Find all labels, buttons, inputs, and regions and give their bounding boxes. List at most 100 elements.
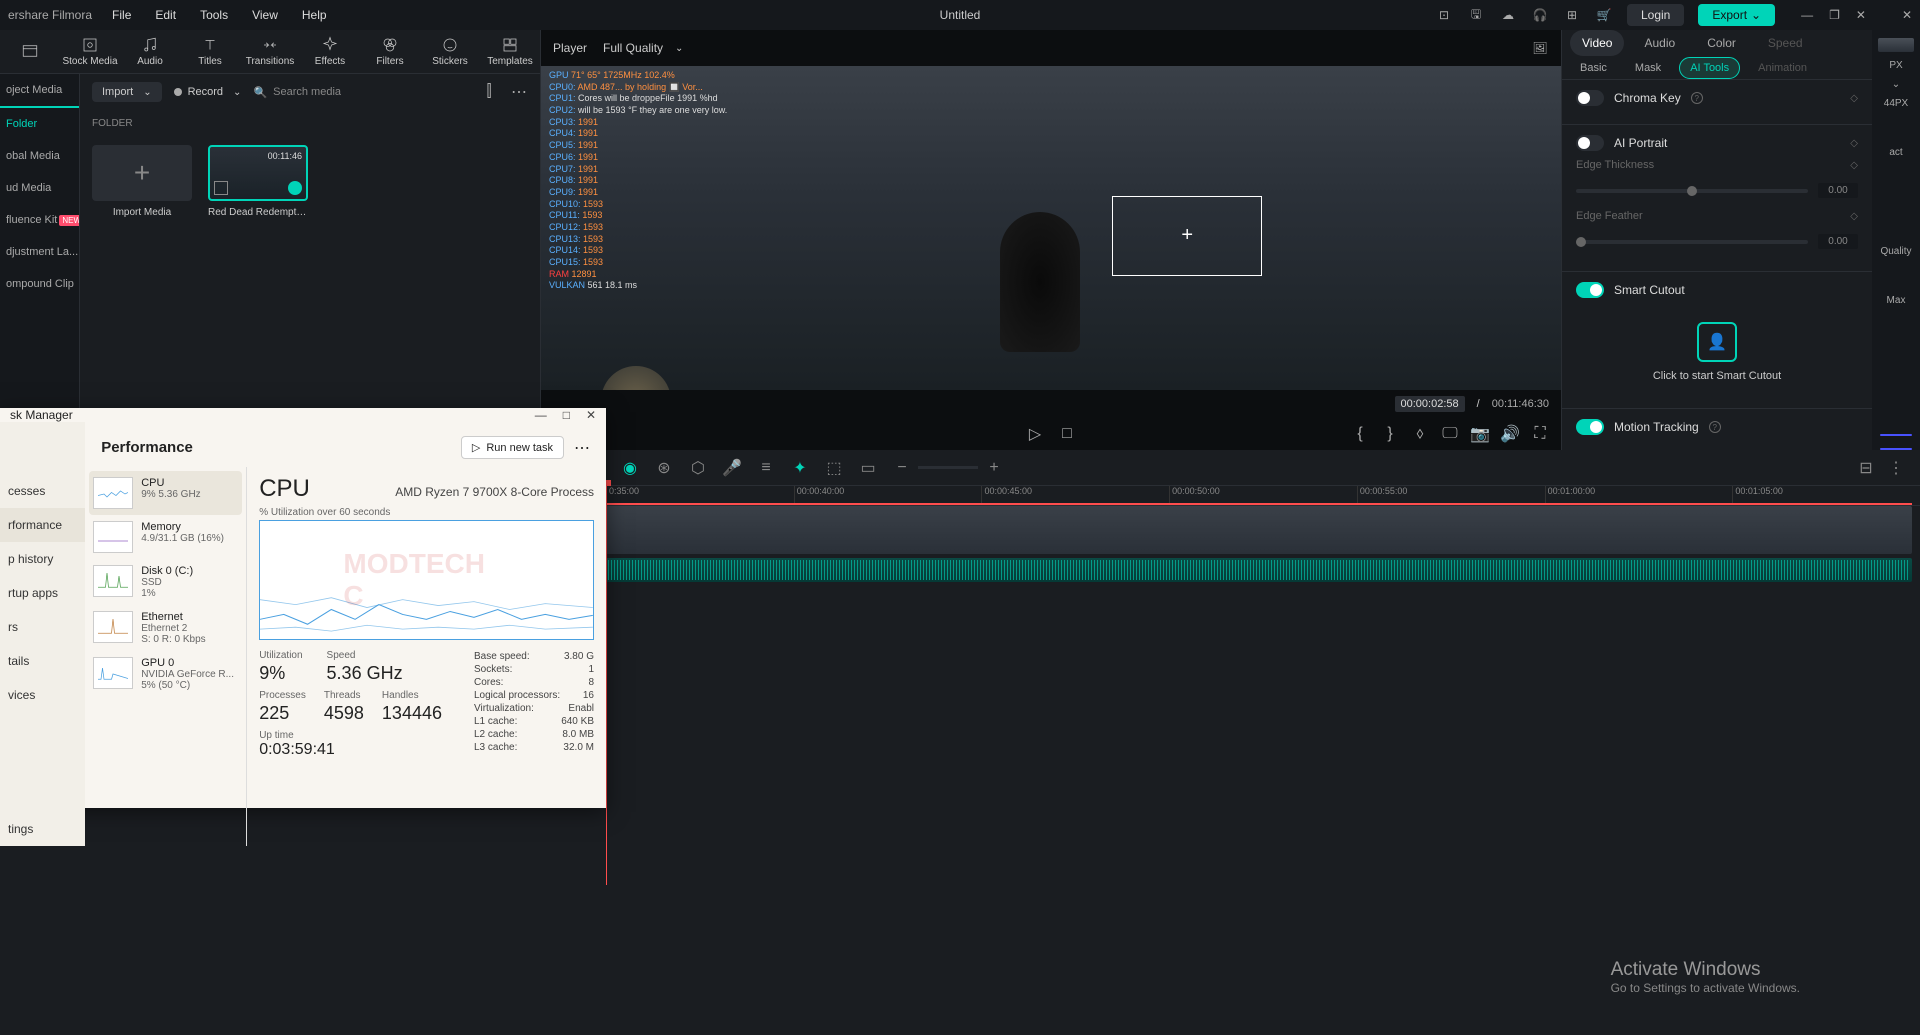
menu-tools[interactable]: Tools [200,8,228,22]
sidebar-influence[interactable]: fluence KitNEW [0,204,79,236]
menu-view[interactable]: View [252,8,278,22]
tm-nav-processes[interactable]: cesses [0,474,85,508]
crop-rectangle[interactable]: + [1112,196,1262,276]
tool-stickers[interactable]: Stickers [420,32,480,71]
sidebar-adjust[interactable]: djustment La... [0,236,79,268]
tm-nav-settings[interactable]: tings [0,812,85,846]
task-manager-window[interactable]: sk Manager — □ ✕ cesses rformance p hist… [0,408,606,808]
tm-item-disk[interactable]: Disk 0 (C:)SSD1% [89,559,242,605]
keyframe-diamond-icon[interactable]: ◇ [1850,211,1858,222]
display-icon[interactable]: 🖵 [1441,425,1459,443]
volume-icon[interactable]: 🔊 [1501,425,1519,443]
cart-icon[interactable]: 🛒 [1595,6,1613,24]
snapshot-icon[interactable]: 🖼 [1531,39,1549,57]
tm-nav-startup[interactable]: rtup apps [0,576,85,610]
camera-icon[interactable]: 📷 [1471,425,1489,443]
tool-effects[interactable]: Effects [300,32,360,71]
tool-titles[interactable]: Titles [180,32,240,71]
marker-icon[interactable]: ⬨ [1411,425,1429,443]
tm-item-cpu[interactable]: CPU9% 5.36 GHz [89,471,242,515]
tm-close-icon[interactable]: ✕ [586,408,596,422]
tl-voice-icon[interactable]: 🎤 [722,458,742,478]
brace-open-icon[interactable]: { [1351,425,1369,443]
tool-templates[interactable]: Templates [480,32,540,71]
tool-filters[interactable]: Filters [360,32,420,71]
sidebar-global[interactable]: obal Media [0,140,79,172]
tab-audio[interactable]: Audio [1632,30,1687,56]
search-input[interactable]: 🔍Search media [253,86,341,99]
edge-thick-slider[interactable] [1576,189,1808,193]
playhead[interactable] [606,486,607,885]
motion-toggle[interactable] [1576,419,1604,435]
tab-color[interactable]: Color [1695,30,1748,56]
tl-crop-icon[interactable]: ⬚ [824,458,844,478]
keyframe-diamond-icon[interactable]: ◇ [1850,93,1858,104]
tool-audio[interactable]: Audio [120,32,180,71]
tl-marker-icon[interactable]: ⬡ [688,458,708,478]
tm-run-task-button[interactable]: ▷Run new task [461,436,564,459]
tm-nav-services[interactable]: vices [0,678,85,712]
tm-maximize-icon[interactable]: □ [563,408,570,422]
export-button[interactable]: Export⌄ [1698,4,1775,26]
brace-close-icon[interactable]: } [1381,425,1399,443]
keyframe-diamond-icon[interactable]: ◇ [1850,138,1858,149]
subtab-mask[interactable]: Mask [1625,58,1671,78]
maximize-icon[interactable]: ❐ [1829,8,1840,22]
zoom-in-icon[interactable]: + [984,458,1004,478]
info-icon[interactable]: ? [1691,92,1703,104]
tl-ai-icon[interactable]: ✦ [790,458,810,478]
minimize-icon[interactable]: — [1801,8,1813,22]
smart-cutout-toggle[interactable] [1576,282,1604,298]
video-clip[interactable] [606,506,1912,554]
tm-nav-performance[interactable]: rformance [0,508,85,542]
import-dropdown[interactable]: Import [92,82,162,102]
sidebar-project[interactable]: oject Media [0,74,79,106]
tm-titlebar[interactable]: sk Manager — □ ✕ [0,408,606,422]
strip-expand-icon[interactable]: ⌄ [1884,79,1908,90]
track-view-icon[interactable]: ⊟ [1856,458,1876,478]
apps-icon[interactable]: ⊞ [1563,6,1581,24]
tab-speed[interactable]: Speed [1756,30,1815,56]
timeline-tracks[interactable] [606,506,1920,885]
tool-transitions[interactable]: Transitions [240,32,300,71]
fullscreen-icon[interactable]: ⛶ [1531,425,1549,443]
tm-item-memory[interactable]: Memory4.9/31.1 GB (16%) [89,515,242,559]
smart-cutout-button[interactable]: Click to start Smart Cutout [1576,370,1858,382]
menu-help[interactable]: Help [302,8,327,22]
cloud-icon[interactable]: ☁ [1499,6,1517,24]
close-icon[interactable]: ✕ [1856,8,1866,22]
tm-nav-history[interactable]: p history [0,542,85,576]
filter-icon[interactable]: ⫿ [480,83,498,101]
edge-feather-value[interactable]: 0.00 [1818,234,1858,249]
sidebar-folder[interactable]: Folder [0,106,79,140]
close2-icon[interactable]: ✕ [1902,8,1912,22]
strip-thumbnail[interactable] [1878,38,1914,52]
subtab-anim[interactable]: Animation [1748,58,1817,78]
save-icon[interactable]: 🖫 [1467,6,1485,24]
chroma-toggle[interactable] [1576,90,1604,106]
keyframe-diamond-icon[interactable]: ◇ [1850,160,1858,171]
record-dropdown[interactable]: Record [174,86,242,98]
tl-mask-icon[interactable]: ▭ [858,458,878,478]
tl-audio-icon[interactable]: ≡ [756,458,776,478]
zoom-out-icon[interactable]: − [892,458,912,478]
headphones-icon[interactable]: 🎧 [1531,6,1549,24]
stop-icon[interactable]: □ [1058,425,1076,443]
tl-speed-icon[interactable]: ⊛ [654,458,674,478]
media-clip-card[interactable]: 00:11:46 Red Dead Redemption... [208,145,308,218]
more-icon[interactable]: ⋯ [510,83,528,101]
smart-cutout-icon[interactable]: 👤 [1697,322,1737,362]
sidebar-cloud[interactable]: ud Media [0,172,79,204]
tm-nav-users[interactable]: rs [0,610,85,644]
edge-feather-slider[interactable] [1576,240,1808,244]
subtab-basic[interactable]: Basic [1570,58,1617,78]
portrait-toggle[interactable] [1576,135,1604,151]
edge-thick-value[interactable]: 0.00 [1818,183,1858,198]
info-icon[interactable]: ? [1709,421,1721,433]
tab-video[interactable]: Video [1570,30,1624,56]
tm-more-icon[interactable]: ⋯ [574,438,590,458]
sidebar-compound[interactable]: ompound Clip [0,268,79,300]
menu-file[interactable]: File [112,8,131,22]
play-icon[interactable]: ▷ [1026,425,1044,443]
audio-clip[interactable] [606,558,1912,582]
